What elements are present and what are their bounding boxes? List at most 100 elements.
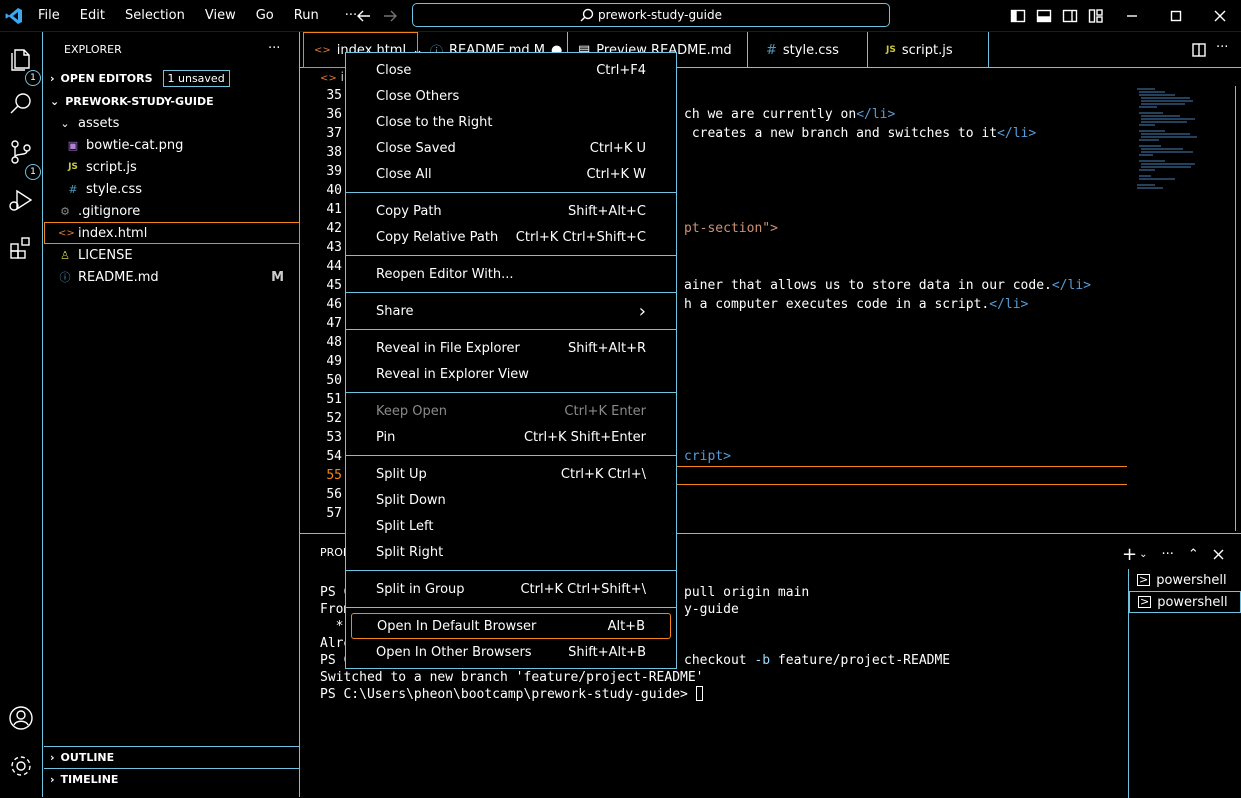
open-editors-section[interactable]: › OPEN EDITORS 1 unsaved	[44, 67, 300, 89]
extensions-activity[interactable]	[7, 234, 35, 266]
explorer-activity[interactable]: 1	[7, 44, 41, 86]
menu-close-saved[interactable]: Close Saved Ctrl+K U	[346, 135, 676, 161]
menu-reveal-in-explorer-view[interactable]: Reveal in Explorer View	[346, 361, 676, 387]
timeline-label: TIMELINE	[60, 773, 119, 786]
editor-more-button[interactable]: ···	[1216, 40, 1228, 55]
tree-item-assets[interactable]: ⌄ assets	[44, 112, 300, 134]
terminal-item-label: powershell	[1156, 572, 1227, 588]
tree-item-readme[interactable]: ⓘ README.md M	[44, 266, 300, 288]
menu-split-left[interactable]: Split Left	[346, 513, 676, 539]
arrow-right-icon[interactable]	[382, 8, 398, 24]
menu-selection[interactable]: Selection	[115, 0, 195, 32]
menu-reopen-editor-with[interactable]: Reopen Editor With...	[346, 261, 676, 287]
tree-item-script-js[interactable]: JS script.js	[44, 156, 300, 178]
menu-open-in-other-browsers[interactable]: Open In Other Browsers Shift+Alt+B	[346, 639, 676, 665]
chevron-down-icon[interactable]: ⌄	[1139, 549, 1147, 560]
files-icon	[11, 49, 30, 71]
panel-more-button[interactable]: ···	[1161, 547, 1173, 562]
accounts-activity[interactable]	[7, 704, 35, 736]
menu-view[interactable]: View	[195, 0, 246, 32]
menu-split-in-group[interactable]: Split in Group Ctrl+K Ctrl+Shift+\	[346, 576, 676, 602]
menu-copy-path[interactable]: Copy Path Shift+Alt+C	[346, 198, 676, 224]
menu-close-all[interactable]: Close All Ctrl+K W	[346, 161, 676, 187]
menu-open-in-default-browser[interactable]: Open In Default Browser Alt+B	[351, 613, 671, 639]
tab-script-js[interactable]: JS script.js	[868, 32, 989, 68]
menu-split-right[interactable]: Split Right	[346, 539, 676, 565]
chevron-down-icon: ⌄	[60, 116, 70, 130]
run-debug-activity[interactable]	[7, 186, 35, 218]
manage-activity[interactable]	[7, 752, 35, 784]
menu-file[interactable]: File	[28, 0, 70, 32]
line-number: 41	[326, 202, 342, 217]
line-number: 39	[326, 164, 342, 179]
new-terminal-button[interactable]: +	[1122, 544, 1137, 565]
menu-close-to-right[interactable]: Close to the Right	[346, 109, 676, 135]
arrow-left-icon[interactable]	[356, 8, 372, 24]
menu-pin[interactable]: Pin Ctrl+K Shift+Enter	[346, 424, 676, 450]
editor-scrollbar[interactable]	[1235, 86, 1241, 531]
tree-item-license[interactable]: ♙ LICENSE	[44, 244, 300, 266]
project-section[interactable]: ⌄ PREWORK-STUDY-GUIDE	[44, 90, 300, 112]
menu-separator	[346, 570, 676, 571]
menu-copy-relative-path[interactable]: Copy Relative Path Ctrl+K Ctrl+Shift+C	[346, 224, 676, 250]
search-activity[interactable]	[7, 90, 35, 122]
activity-bar: 1 1	[0, 32, 43, 797]
title-bar: File Edit Selection View Go Run ··· prew…	[0, 0, 1241, 32]
css-file-icon: #	[68, 182, 78, 196]
tree-item-index-html[interactable]: <> index.html	[44, 222, 300, 244]
line-number: 51	[326, 392, 342, 407]
terminal-item-selected[interactable]: > powershell	[1129, 591, 1241, 613]
toggle-secondary-sidebar-icon[interactable]	[1062, 8, 1078, 24]
tree-item-label: style.css	[86, 181, 142, 197]
explorer-more-button[interactable]: ···	[268, 41, 280, 56]
menu-separator	[346, 607, 676, 608]
timeline-section[interactable]: › TIMELINE	[44, 768, 300, 790]
menu-separator	[346, 192, 676, 193]
maximize-panel-icon[interactable]: ⌃	[1188, 547, 1199, 562]
line-number: 48	[326, 335, 342, 350]
menu-run[interactable]: Run	[284, 0, 329, 32]
close-window-button[interactable]	[1198, 0, 1241, 32]
toggle-panel-icon[interactable]	[1036, 8, 1052, 24]
tree-item-label: bowtie-cat.png	[86, 137, 184, 153]
tree-item-gitignore[interactable]: ⚙ .gitignore	[44, 200, 300, 222]
tree-item-bowtie-cat[interactable]: ▣ bowtie-cat.png	[44, 134, 300, 156]
tree-item-style-css[interactable]: # style.css	[44, 178, 300, 200]
js-file-icon: JS	[68, 162, 78, 172]
html-file-icon: <>	[58, 227, 75, 239]
close-icon[interactable]	[1213, 549, 1224, 560]
panel-actions: + ⌄ ··· ⌃	[1122, 544, 1224, 565]
split-editor-icon[interactable]	[1192, 43, 1206, 57]
vscode-logo-icon	[5, 8, 22, 24]
maximize-button[interactable]	[1154, 0, 1198, 32]
menu-separator	[346, 292, 676, 293]
menu-edit[interactable]: Edit	[70, 0, 115, 32]
source-control-activity[interactable]: 1	[7, 138, 41, 180]
menu-split-up[interactable]: Split Up Ctrl+K Ctrl+\	[346, 461, 676, 487]
minimize-button[interactable]	[1110, 0, 1154, 32]
outline-section[interactable]: › OUTLINE	[44, 746, 300, 768]
code-line-37: creates a new branch and switches to it<…	[684, 126, 1037, 141]
menu-reveal-in-file-explorer[interactable]: Reveal in File Explorer Shift+Alt+R	[346, 335, 676, 361]
open-editors-label: OPEN EDITORS	[60, 71, 153, 85]
chevron-right-icon: ›	[50, 773, 55, 786]
customize-layout-icon[interactable]	[1088, 8, 1104, 24]
terminal-list: > powershell > powershell	[1128, 569, 1241, 798]
menu-separator	[346, 392, 676, 393]
modified-badge: M	[271, 269, 284, 285]
tab-style-css[interactable]: # style.css	[748, 32, 868, 68]
window-controls	[1110, 0, 1241, 32]
command-center-search[interactable]: prework-study-guide	[412, 3, 890, 27]
menu-go[interactable]: Go	[246, 0, 284, 32]
toggle-primary-sidebar-icon[interactable]	[1010, 8, 1026, 24]
minimap[interactable]	[1135, 86, 1205, 206]
terminal-item[interactable]: > powershell	[1129, 569, 1241, 591]
menu-share[interactable]: Share ›	[346, 298, 676, 324]
menu-close[interactable]: Close Ctrl+F4	[346, 57, 676, 83]
license-file-icon: ♙	[60, 248, 70, 262]
tree-item-label: LICENSE	[78, 247, 133, 263]
menu-close-others[interactable]: Close Others	[346, 83, 676, 109]
extensions-icon	[10, 237, 30, 259]
line-number: 44	[326, 259, 342, 274]
menu-split-down[interactable]: Split Down	[346, 487, 676, 513]
